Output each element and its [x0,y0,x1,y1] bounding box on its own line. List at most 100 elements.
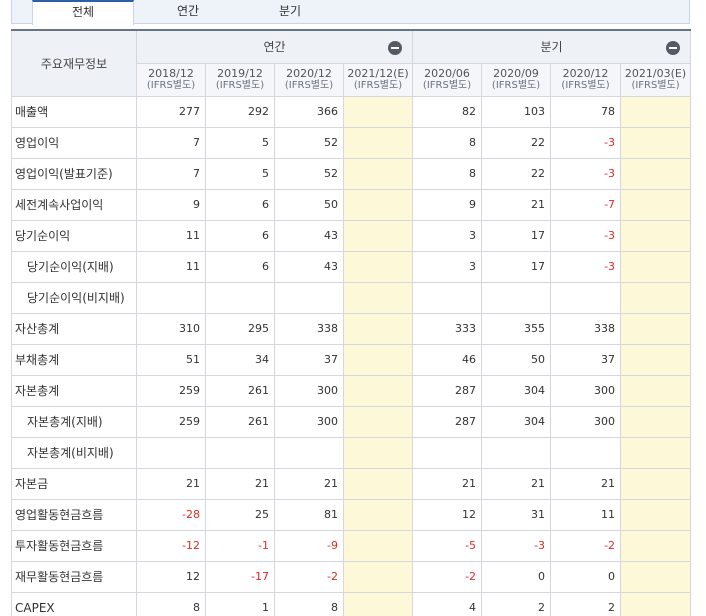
table-cell [205,281,275,314]
table-cell: 17 [481,219,552,252]
minus-circle-icon[interactable] [388,41,403,55]
table-cell: -3 [550,157,622,190]
table-cell: 78 [550,95,622,128]
period-label: 2018/12 [148,66,194,80]
table-cell: 3 [412,219,483,252]
table-cell: -2 [274,560,344,593]
table-cell: 300 [550,405,622,438]
table-row: 재무활동현금흐름 12 -17 -2 -2 0 0 [11,560,692,593]
table-cell: 0 [481,560,552,593]
table-cell [274,281,344,314]
table-cell: 304 [481,405,552,438]
table-cell: 3 [412,250,483,283]
table-row: 영업활동현금흐름 -28 25 81 12 31 11 [11,498,692,531]
table-cell: 21 [481,188,552,221]
table-cell: 31 [481,498,552,531]
table-cell: 11 [550,498,622,531]
table-cell: 52 [274,126,344,159]
table-cell [620,467,692,500]
table-cell [136,281,206,314]
period-header: 2019/12 (IFRS별도) [205,62,275,97]
row-label: 영업이익(발표기준) [11,157,137,190]
table-cell: 37 [550,343,622,376]
tab-quarter[interactable]: 분기 [240,0,340,24]
table-cell [342,219,414,252]
table-cell: 12 [412,498,483,531]
table-cell [342,498,414,531]
period-basis: (IFRS별도) [353,79,403,91]
table-cell [342,157,414,190]
table-cell: 5 [205,126,275,159]
table-cell [342,560,414,593]
period-basis: (IFRS별도) [422,79,472,91]
table-cell: 6 [205,188,275,221]
row-label: 당기순이익(지배) [11,250,137,283]
table-cell: -17 [205,560,275,593]
table-cell: 300 [274,405,344,438]
table-cell: 37 [274,343,344,376]
table-cell: -7 [550,188,622,221]
table-cell: -28 [136,498,206,531]
table-cell: 5 [205,157,275,190]
table-row: 자산총계 310 295 338 333 355 338 [11,312,692,345]
table-cell [342,529,414,562]
minus-circle-icon[interactable] [666,41,681,55]
table-cell: -3 [550,250,622,283]
quarter-group-header: 분기 [412,29,692,64]
row-label: 자본총계(지배) [11,405,137,438]
table-cell: 43 [274,250,344,283]
table-row: 부채총계 51 34 37 46 50 37 [11,343,692,376]
table-cell [342,281,414,314]
table-cell: 333 [412,312,483,345]
table-cell: 9 [412,188,483,221]
table-cell [342,467,414,500]
table-cell [620,188,692,221]
row-label: 자본금 [11,467,137,500]
table-row: 자본금 21 21 21 21 21 21 [11,467,692,500]
period-header: 2018/12 (IFRS별도) [136,62,206,97]
corner-header: 주요재무정보 [11,29,137,97]
table-cell: 300 [274,374,344,407]
row-label: 당기순이익 [11,219,137,252]
table-cell [342,374,414,407]
annual-group-label: 연간 [263,40,286,55]
quarter-group-label: 분기 [540,40,563,55]
table-cell [620,405,692,438]
table-cell: 338 [274,312,344,345]
table-cell: 8 [136,591,206,616]
table-cell [205,436,275,469]
table-cell [342,436,414,469]
table-row: 영업이익(발표기준) 7 5 52 8 22 -3 [11,157,692,190]
table-cell: 50 [274,188,344,221]
table-cell: 21 [274,467,344,500]
row-label: 투자활동현금흐름 [11,529,137,562]
tab-annual[interactable]: 연간 [138,0,238,24]
table-cell: 7 [136,126,206,159]
tab-all[interactable]: 전체 [32,0,134,25]
table-cell [620,591,692,616]
table-cell [620,219,692,252]
period-header: 2020/12 (IFRS별도) [274,62,344,97]
table-cell [342,126,414,159]
row-label: 영업활동현금흐름 [11,498,137,531]
table-cell: -2 [412,560,483,593]
table-cell [620,281,692,314]
table-row: 세전계속사업이익 9 6 50 9 21 -7 [11,188,692,221]
table-cell [620,312,692,345]
table-row: 당기순이익 11 6 43 3 17 -3 [11,219,692,252]
period-header: 2020/06 (IFRS별도) [412,62,483,97]
table-cell: 7 [136,157,206,190]
table-cell: 259 [136,405,206,438]
table-cell: 103 [481,95,552,128]
table-cell: 261 [205,374,275,407]
period-label: 2021/12(E) [347,66,409,80]
table-cell: 338 [550,312,622,345]
table-cell [342,405,414,438]
period-label: 2020/06 [424,66,470,80]
table-row: 투자활동현금흐름 -12 -1 -9 -5 -3 -2 [11,529,692,562]
period-label: 2020/09 [493,66,539,80]
table-cell: 366 [274,95,344,128]
table-cell: -3 [550,219,622,252]
table-cell [412,281,483,314]
table-cell: 9 [136,188,206,221]
